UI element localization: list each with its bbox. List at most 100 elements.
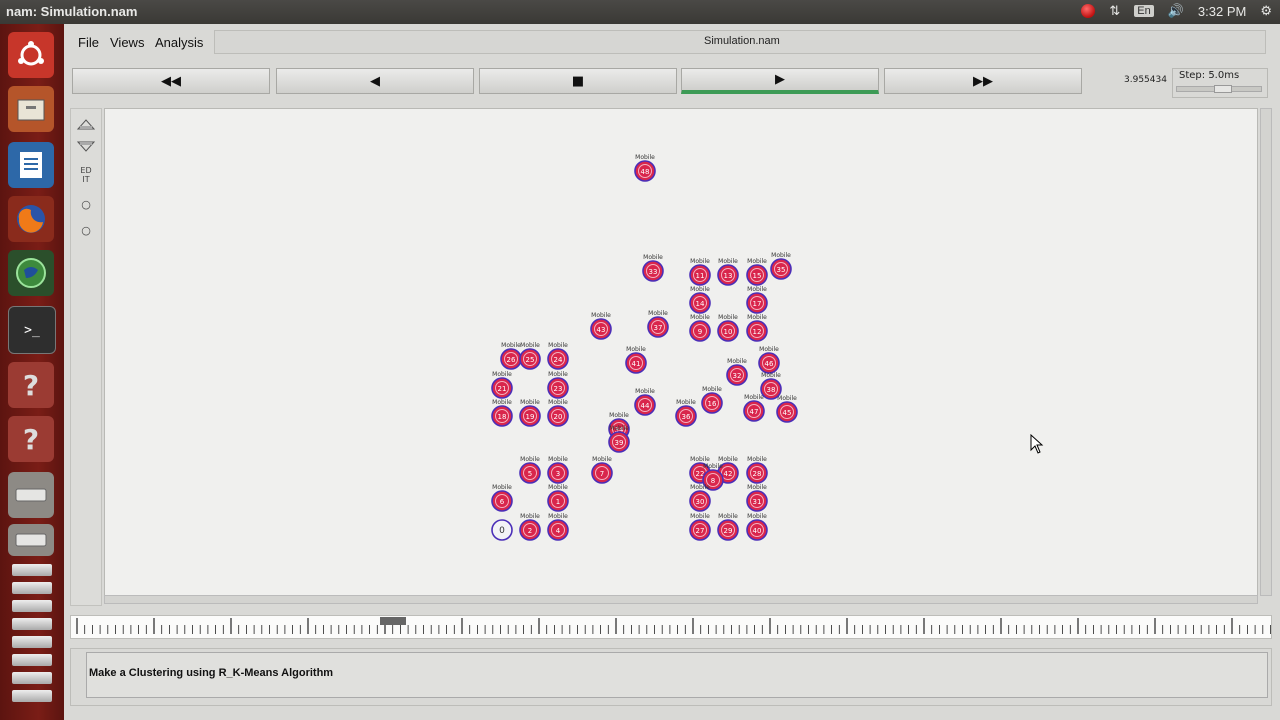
- drive-icon[interactable]: [8, 472, 54, 518]
- mobile-node-33[interactable]: 33 Mobile: [642, 254, 664, 282]
- mobile-node-31[interactable]: 31 Mobile: [746, 484, 768, 512]
- mobile-node-3[interactable]: 3 Mobile: [547, 456, 569, 484]
- node-type-label: Mobile: [635, 388, 655, 395]
- mobile-node-41[interactable]: 41 Mobile: [625, 346, 647, 374]
- mobile-node-7[interactable]: 7 Mobile: [591, 456, 613, 484]
- file-manager-icon[interactable]: [8, 86, 54, 132]
- node-id-label: 36: [682, 413, 691, 421]
- zoom-out-icon[interactable]: [75, 137, 97, 155]
- mobile-node-21[interactable]: 21 Mobile: [491, 371, 513, 399]
- step-back-button[interactable]: ◀: [276, 68, 474, 94]
- mobile-node-9[interactable]: 9 Mobile: [689, 314, 711, 342]
- mobile-node-10[interactable]: 10 Mobile: [717, 314, 739, 342]
- circle-tool-icon-2[interactable]: ○: [75, 221, 97, 239]
- step-label: Step: 5.0ms: [1179, 70, 1240, 81]
- mobile-node-17[interactable]: 17 Mobile: [746, 286, 768, 314]
- node-type-label: Mobile: [747, 286, 767, 293]
- mobile-node-44[interactable]: 44 Mobile: [634, 388, 656, 416]
- network-canvas[interactable]: 48 Mobile 33 Mobile 11 Mobile 13 Mobile 15 Mobile…: [104, 108, 1258, 596]
- node-type-label: Mobile: [703, 463, 723, 470]
- mobile-node-37[interactable]: 37 Mobile: [647, 310, 669, 338]
- mobile-node-19[interactable]: 19 Mobile: [519, 399, 541, 427]
- mobile-node-5[interactable]: 5 Mobile: [519, 456, 541, 484]
- terminal-icon[interactable]: >_: [8, 306, 56, 354]
- launcher-item[interactable]: [12, 564, 52, 576]
- volume-icon[interactable]: 🔊: [1168, 3, 1184, 19]
- mobile-node-4[interactable]: 4 Mobile: [547, 513, 569, 541]
- mobile-node-36[interactable]: 36 Mobile: [675, 399, 697, 427]
- mobile-node-46[interactable]: 46 Mobile: [758, 346, 780, 374]
- mobile-node-23[interactable]: 23 Mobile: [547, 371, 569, 399]
- mobile-node-24[interactable]: 24 Mobile: [547, 342, 569, 370]
- mobile-node-13[interactable]: 13 Mobile: [717, 258, 739, 286]
- mobile-node-2[interactable]: 2 Mobile: [519, 513, 541, 541]
- annotation-list[interactable]: Make a Clustering using R_K-Means Algori…: [86, 652, 1268, 698]
- node-type-label: Mobile: [648, 310, 668, 317]
- node-id-label: 39: [615, 439, 624, 447]
- circle-tool-icon[interactable]: ○: [75, 195, 97, 213]
- fast-forward-button[interactable]: ▶▶: [884, 68, 1082, 94]
- record-indicator-icon[interactable]: [1081, 4, 1096, 18]
- timeline-marker[interactable]: [380, 617, 406, 625]
- mobile-node-6[interactable]: 6 Mobile: [491, 484, 513, 512]
- mobile-node-27[interactable]: 27 Mobile: [689, 513, 711, 541]
- rewind-button[interactable]: ◀◀: [72, 68, 270, 94]
- mobile-node-1[interactable]: 1 Mobile: [547, 484, 569, 512]
- mobile-node-16[interactable]: 16 Mobile: [701, 386, 723, 414]
- step-slider-thumb[interactable]: [1214, 85, 1232, 93]
- node-type-label: Mobile: [520, 399, 540, 406]
- launcher-item[interactable]: [12, 672, 52, 684]
- stop-button[interactable]: ■: [479, 68, 677, 94]
- launcher-item[interactable]: [12, 636, 52, 648]
- play-button[interactable]: ▶: [681, 68, 879, 94]
- firefox-icon[interactable]: [8, 196, 54, 242]
- clock[interactable]: 3:32 PM: [1198, 4, 1246, 19]
- edit-icon[interactable]: ED IT: [75, 163, 97, 187]
- node-id-label: 46: [765, 360, 774, 368]
- mobile-node-30[interactable]: 30 Mobile: [689, 484, 711, 512]
- mobile-node-35[interactable]: 35 Mobile: [770, 252, 792, 280]
- mobile-node-15[interactable]: 15 Mobile: [746, 258, 768, 286]
- mobile-node-43[interactable]: 43 Mobile: [590, 312, 612, 340]
- keyboard-language[interactable]: En: [1134, 5, 1154, 17]
- node-type-label: Mobile: [718, 513, 738, 520]
- drive-icon-2[interactable]: [8, 524, 54, 556]
- menu-analysis[interactable]: Analysis: [155, 35, 203, 50]
- mobile-node-38[interactable]: 38 Mobile: [760, 372, 782, 400]
- mobile-node-0[interactable]: 0: [491, 519, 513, 541]
- launcher-item[interactable]: [12, 600, 52, 612]
- mobile-node-20[interactable]: 20 Mobile: [547, 399, 569, 427]
- help-icon-2[interactable]: ?: [8, 416, 54, 462]
- mobile-node-47[interactable]: 47 Mobile: [743, 394, 765, 422]
- mobile-node-32[interactable]: 32 Mobile: [726, 358, 748, 386]
- menu-views[interactable]: Views: [110, 35, 144, 50]
- mobile-node-39[interactable]: 39 Mobile: [608, 425, 630, 453]
- mobile-node-40[interactable]: 40 Mobile: [746, 513, 768, 541]
- settings-gear-icon[interactable]: ⚙: [1260, 3, 1272, 19]
- timeline-slider[interactable]: [70, 615, 1272, 639]
- mobile-node-29[interactable]: 29 Mobile: [717, 513, 739, 541]
- mobile-node-28[interactable]: 28 Mobile: [746, 456, 768, 484]
- mobile-node-11[interactable]: 11 Mobile: [689, 258, 711, 286]
- mobile-node-14[interactable]: 14 Mobile: [689, 286, 711, 314]
- launcher-item[interactable]: [12, 690, 52, 702]
- vertical-scrollbar[interactable]: [1260, 108, 1272, 596]
- mobile-node-26[interactable]: 26 Mobile: [500, 342, 522, 370]
- zoom-in-icon[interactable]: [75, 115, 97, 133]
- mobile-node-48[interactable]: 48 Mobile: [634, 154, 656, 182]
- help-icon[interactable]: ?: [8, 362, 54, 408]
- launcher-item[interactable]: [12, 654, 52, 666]
- ubuntu-dash-icon[interactable]: [8, 32, 54, 78]
- annotation-text: Make a Clustering using R_K-Means Algori…: [89, 667, 334, 679]
- launcher-item[interactable]: [12, 618, 52, 630]
- mobile-node-25[interactable]: 25 Mobile: [519, 342, 541, 370]
- mobile-node-18[interactable]: 18 Mobile: [491, 399, 513, 427]
- horizontal-scrollbar[interactable]: [104, 595, 1258, 604]
- mobile-node-45[interactable]: 45 Mobile: [776, 395, 798, 423]
- text-document-icon[interactable]: [8, 142, 54, 188]
- mobile-node-12[interactable]: 12 Mobile: [746, 314, 768, 342]
- launcher-item[interactable]: [12, 582, 52, 594]
- menu-file[interactable]: File: [78, 35, 99, 50]
- browser-globe-icon[interactable]: [8, 250, 54, 296]
- network-icon[interactable]: ⇅: [1109, 3, 1120, 19]
